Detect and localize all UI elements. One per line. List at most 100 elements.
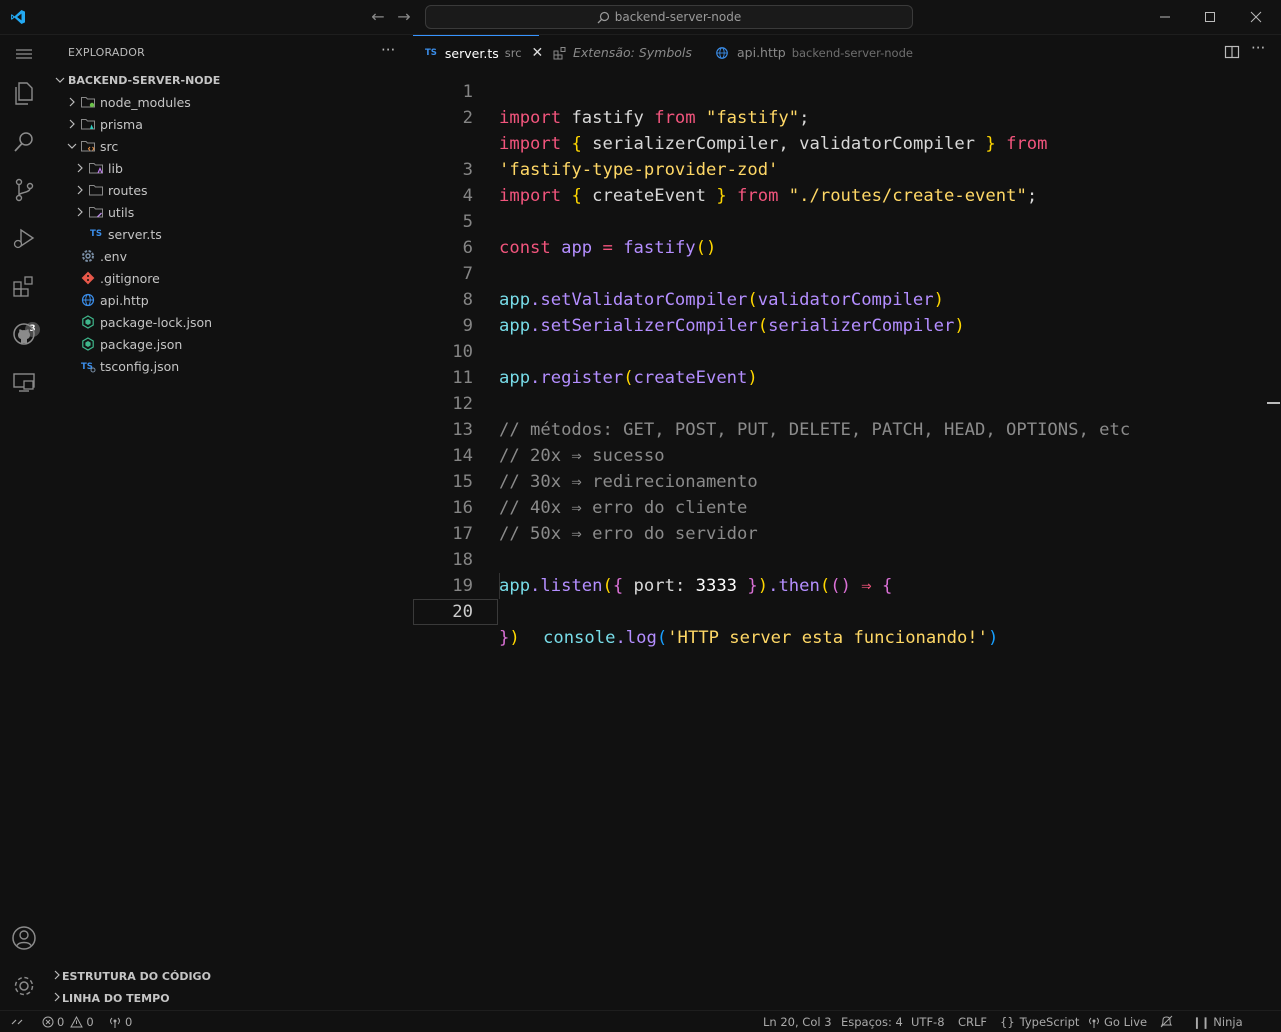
tree-item-label: package-lock.json [100, 314, 213, 330]
line-number: 5 [462, 212, 473, 232]
github-icon[interactable] [10, 320, 38, 348]
line-number: 4 [462, 186, 473, 206]
line-number: 3 [462, 160, 473, 180]
explorer-sidebar: EXPLORADOR ··· BACKEND-SERVER-NODE node_… [48, 35, 413, 1010]
tree-item-label: utils [108, 204, 135, 220]
tree-item-api-http[interactable]: api.http [48, 289, 413, 311]
forward-arrow-icon[interactable]: → [395, 8, 413, 26]
menu-icon[interactable] [10, 40, 38, 68]
remote-explorer-icon[interactable] [10, 368, 38, 396]
warnings-count: 0 [86, 1015, 94, 1029]
tab-label: Extensão: Symbols [573, 45, 692, 60]
remote-indicator-icon[interactable] [10, 1015, 24, 1032]
tree-item-label: .env [100, 248, 127, 264]
outline-section[interactable]: ESTRUTURA DO CÓDIGO [48, 965, 413, 987]
tree-item-routes[interactable]: routes [48, 179, 413, 201]
tree-item-label: package.json [100, 336, 183, 352]
indent-guide [499, 573, 500, 599]
tree-item-label: server.ts [108, 226, 162, 242]
tree-item-label: src [100, 138, 119, 154]
tree-item-prisma[interactable]: prisma [48, 113, 413, 135]
tree-item-tsconfig[interactable]: TS tsconfig.json [48, 355, 413, 377]
minimize-button[interactable] [1156, 8, 1174, 26]
indentation[interactable]: Espaços: 4 [841, 1015, 903, 1029]
editor-area: TS server.ts src ✕ Extensão: Symbols api… [413, 35, 1281, 1010]
more-actions-icon[interactable]: ··· [1251, 39, 1265, 57]
broadcast-icon [1089, 1017, 1099, 1028]
go-live-button[interactable]: Go Live [1088, 1015, 1147, 1029]
encoding[interactable]: UTF-8 [911, 1015, 945, 1029]
run-debug-icon[interactable] [10, 224, 38, 252]
tree-item-label: tsconfig.json [100, 358, 180, 374]
workspace-root[interactable]: BACKEND-SERVER-NODE [48, 69, 413, 91]
back-arrow-icon[interactable]: ← [369, 8, 387, 26]
tree-item-label: node_modules [100, 94, 191, 110]
account-icon[interactable] [10, 924, 38, 952]
ports-indicator[interactable]: 0 [109, 1015, 132, 1029]
split-editor-icon[interactable] [1224, 44, 1240, 63]
workspace-root-label: BACKEND-SERVER-NODE [68, 73, 221, 87]
chevron-down-icon [52, 72, 68, 88]
chevron-right-icon [64, 94, 80, 110]
ninja-status[interactable]: ❙❙ Ninja [1192, 1015, 1243, 1029]
line-number: 16 [452, 498, 473, 518]
command-center-search[interactable]: backend-server-node [425, 5, 913, 29]
broadcast-icon [110, 1017, 120, 1028]
line-number: 1 [462, 82, 473, 102]
search-sidebar-icon[interactable] [10, 128, 38, 156]
line-number: 12 [452, 394, 473, 414]
extensions-icon[interactable] [10, 272, 38, 300]
env-gear-icon [80, 248, 96, 264]
tree-item-gitignore[interactable]: .gitignore [48, 267, 413, 289]
chevron-right-icon [72, 182, 88, 198]
problems-indicator[interactable]: 0 0 [42, 1015, 94, 1029]
tab-label: api.http [737, 45, 786, 60]
end-of-line[interactable]: CRLF [958, 1015, 987, 1029]
source-control-icon[interactable] [10, 176, 38, 204]
notifications-muted-icon[interactable] [1159, 1015, 1174, 1032]
go-live-label: Go Live [1104, 1015, 1148, 1029]
pause-icon: ❙❙ [1192, 1015, 1210, 1029]
chevron-right-icon [52, 970, 62, 983]
timeline-label: LINHA DO TEMPO [62, 991, 170, 1005]
explorer-files-icon[interactable] [10, 79, 38, 107]
line-number: 20 [452, 602, 473, 622]
settings-gear-icon[interactable] [10, 972, 38, 1000]
folder-utils-icon [88, 204, 104, 220]
tab-api-http[interactable]: api.http backend-server-node [701, 35, 923, 70]
chevron-right-icon [52, 992, 62, 1005]
tab-server-ts[interactable]: TS server.ts src ✕ [413, 35, 543, 70]
language-mode[interactable]: {} TypeScript [1000, 1015, 1079, 1029]
activity-bar: 3 [0, 35, 48, 1010]
tree-item-package-lock[interactable]: package-lock.json [48, 311, 413, 333]
close-icon [1250, 11, 1262, 23]
tree-item-label: .gitignore [100, 270, 160, 286]
tree-item-src[interactable]: src [48, 135, 413, 157]
tree-item-label: prisma [100, 116, 143, 132]
search-icon [597, 11, 609, 23]
tab-extension-symbols[interactable]: Extensão: Symbols [539, 35, 701, 70]
folder-src-icon [80, 138, 96, 154]
explorer-title: EXPLORADOR [68, 46, 146, 59]
tree-item-utils[interactable]: utils [48, 201, 413, 223]
close-window-button[interactable] [1247, 8, 1265, 26]
node-hex-icon [80, 314, 96, 330]
tree-item-label: api.http [100, 292, 149, 308]
tree-item-env[interactable]: .env [48, 245, 413, 267]
more-actions-icon[interactable]: ··· [381, 41, 395, 59]
cursor-position[interactable]: Ln 20, Col 3 [763, 1015, 832, 1029]
tree-item-lib[interactable]: lib [48, 157, 413, 179]
scrollbar-marker[interactable] [1267, 402, 1280, 404]
tree-item-package-json[interactable]: package.json [48, 333, 413, 355]
tree-item-node-modules[interactable]: node_modules [48, 91, 413, 113]
tree-item-server-ts[interactable]: TS server.ts [48, 223, 413, 245]
outline-label: ESTRUTURA DO CÓDIGO [62, 969, 211, 983]
typescript-icon: TS [425, 48, 437, 58]
language-label: TypeScript [1019, 1015, 1080, 1029]
timeline-section[interactable]: LINHA DO TEMPO [48, 987, 413, 1009]
git-icon [80, 270, 96, 286]
code-line: console.log('HTTP server esta funcionand… [543, 628, 999, 648]
typescript-file-icon: TS [90, 229, 102, 239]
maximize-button[interactable] [1201, 8, 1219, 26]
vscode-logo-icon [11, 10, 25, 24]
